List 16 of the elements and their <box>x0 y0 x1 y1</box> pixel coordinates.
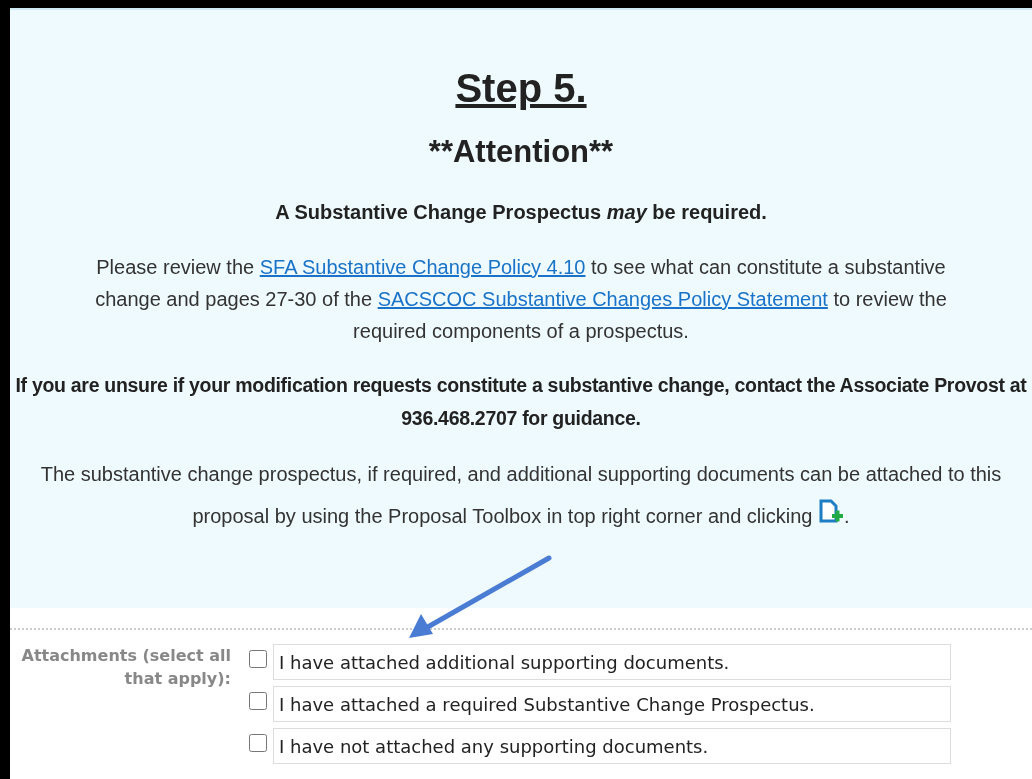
step-title: Step 5. <box>455 68 587 108</box>
attachment-checkbox[interactable] <box>249 650 267 668</box>
policy-statement-link[interactable]: SACSCOC Substantive Changes Policy Statement <box>377 288 828 310</box>
attach-paragraph: The substantive change prospectus, if required, and additional supporting documents can be attached to this proposal by using the Proposal Toolbox in top right corner and clicking . <box>39 462 1003 529</box>
attention-heading: **Attention** <box>428 136 614 167</box>
attachment-option-label[interactable]: I have attached a required Substantive Change Prospectus. <box>273 686 951 722</box>
contact-paragraph: If you are unsure if your modification requests constitute a substantive change, contact the Associate Provost at 936.468.2707 for guidance. <box>15 373 1027 431</box>
add-document-icon <box>818 499 844 525</box>
attachment-option-label[interactable]: I have not attached any supporting documents. <box>273 728 951 764</box>
review-paragraph: Please review the SFA Substantive Change Policy 4.10 to see what can constitute a substantive change and pages 27-30 of the SACSCOC Substantive Changes Policy Statement to review the required components of a prospectus. <box>94 255 948 344</box>
policy-link[interactable]: SFA Substantive Change Policy 4.10 <box>259 256 586 278</box>
prospectus-notice: A Substantive Change Prospectus may be required. <box>275 200 767 225</box>
attachment-checkbox[interactable] <box>249 692 267 710</box>
attachments-label: Attachments (select all that apply): <box>20 645 232 690</box>
attachment-checkbox[interactable] <box>249 734 267 752</box>
attachment-option-label[interactable]: I have attached additional supporting documents. <box>273 644 951 680</box>
